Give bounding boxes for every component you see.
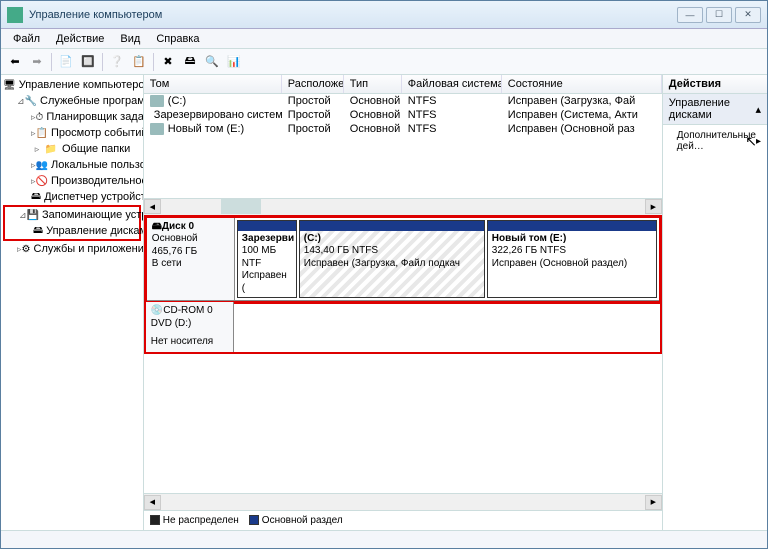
tool-d-button[interactable]: 📊 bbox=[224, 52, 244, 72]
volume-body: (C:)ПростойОсновнойNTFSИсправен (Загрузк… bbox=[144, 94, 662, 198]
actions-pane: Действия Управление дисками▴ Дополнитель… bbox=[663, 75, 767, 530]
col-type[interactable]: Тип bbox=[344, 75, 402, 93]
legend: Не распределен Основной раздел bbox=[144, 510, 662, 530]
props-button[interactable]: 📄 bbox=[56, 52, 76, 72]
help-button[interactable]: ❔ bbox=[107, 52, 127, 72]
partitions: Зарезерви100 МБ NTFИсправен ((C:)143,40 … bbox=[235, 218, 659, 301]
col-state[interactable]: Состояние bbox=[502, 75, 662, 93]
window: Управление компьютером — ☐ ✕ Файл Действ… bbox=[0, 0, 768, 549]
view-button[interactable]: 📋 bbox=[129, 52, 149, 72]
disk-map-highlight: 🖴Диск 0 Основной 465,76 ГБ В сети Зарезе… bbox=[144, 215, 662, 305]
hscrollbar2[interactable]: ◀ ▶ bbox=[144, 493, 662, 510]
table-row[interactable]: Зарезервировано системойПростойОсновнойN… bbox=[144, 108, 662, 122]
middle-pane: Том Расположение Тип Файловая система Со… bbox=[144, 75, 663, 530]
action-more[interactable]: Дополнительные дей…▸↖ bbox=[663, 125, 767, 157]
scroll-left2[interactable]: ◀ bbox=[144, 495, 161, 510]
partition[interactable]: Новый том (E:)322,26 ГБ NTFSИсправен (Ос… bbox=[487, 220, 657, 299]
action-disk-management[interactable]: Управление дисками▴ bbox=[663, 94, 767, 125]
menu-view[interactable]: Вид bbox=[112, 31, 148, 47]
legend-unallocated-swatch bbox=[150, 515, 160, 525]
tree-system-tools[interactable]: ⊿🔧Служебные программы bbox=[3, 93, 141, 109]
cdrom-row: 💿CD-ROM 0 DVD (D:) Нет носителя bbox=[146, 302, 660, 352]
actions-header: Действия bbox=[663, 75, 767, 94]
col-filesystem[interactable]: Файловая система bbox=[402, 75, 502, 93]
tree-services-apps[interactable]: ▹⚙Службы и приложения bbox=[3, 241, 141, 257]
tree-local-users[interactable]: ▹👥Локальные пользовател bbox=[3, 157, 141, 173]
legend-primary-label: Основной раздел bbox=[262, 515, 343, 526]
toolbar: ⬅ ➡ 📄 🔲 ❔ 📋 ✖ 🖴 🔍 📊 bbox=[1, 49, 767, 75]
scroll-thumb[interactable] bbox=[221, 199, 261, 214]
titlebar: Управление компьютером — ☐ ✕ bbox=[1, 1, 767, 29]
tree-disk-management[interactable]: 🖴Управление дисками bbox=[5, 223, 139, 239]
legend-primary-swatch bbox=[249, 515, 259, 525]
tree-task-scheduler[interactable]: ▹⏱Планировщик заданий bbox=[3, 109, 141, 125]
maximize-button[interactable]: ☐ bbox=[706, 7, 732, 23]
tree-root[interactable]: 🖥Управление компьютером (л bbox=[3, 77, 141, 93]
col-volume[interactable]: Том bbox=[144, 75, 282, 93]
volume-header: Том Расположение Тип Файловая система Со… bbox=[144, 75, 662, 94]
content: 🖥Управление компьютером (л ⊿🔧Служебные п… bbox=[1, 75, 767, 530]
back-button[interactable]: ⬅ bbox=[5, 52, 25, 72]
tool-c-button[interactable]: 🔍 bbox=[202, 52, 222, 72]
tree-performance[interactable]: ▹🚫Производительность bbox=[3, 173, 141, 189]
window-title: Управление компьютером bbox=[29, 9, 677, 21]
scroll-left[interactable]: ◀ bbox=[144, 199, 161, 214]
close-button[interactable]: ✕ bbox=[735, 7, 761, 23]
tree-sys-label: Служебные программы bbox=[40, 95, 144, 107]
menu-help[interactable]: Справка bbox=[148, 31, 207, 47]
cdrom-info[interactable]: 💿CD-ROM 0 DVD (D:) Нет носителя bbox=[146, 302, 234, 352]
statusbar bbox=[1, 530, 767, 548]
partition[interactable]: (C:)143,40 ГБ NTFSИсправен (Загрузка, Фа… bbox=[299, 220, 485, 299]
partition[interactable]: Зарезерви100 МБ NTFИсправен ( bbox=[237, 220, 297, 299]
volume-icon bbox=[150, 95, 164, 107]
table-row[interactable]: Новый том (E:)ПростойОсновнойNTFSИсправе… bbox=[144, 122, 662, 136]
refresh-button[interactable]: 🔲 bbox=[78, 52, 98, 72]
tool-b-button[interactable]: 🖴 bbox=[180, 52, 200, 72]
scroll-right[interactable]: ▶ bbox=[645, 199, 662, 214]
table-row[interactable]: (C:)ПростойОсновнойNTFSИсправен (Загрузк… bbox=[144, 94, 662, 108]
cursor-icon: ↖ bbox=[745, 133, 757, 150]
menu-action[interactable]: Действие bbox=[48, 31, 112, 47]
col-layout[interactable]: Расположение bbox=[282, 75, 344, 93]
tool-a-button[interactable]: ✖ bbox=[158, 52, 178, 72]
disk0-info[interactable]: 🖴Диск 0 Основной 465,76 ГБ В сети bbox=[147, 218, 235, 301]
cdrom-highlight: 💿CD-ROM 0 DVD (D:) Нет носителя bbox=[144, 302, 662, 354]
hscrollbar[interactable]: ◀ ▶ bbox=[144, 198, 662, 215]
menubar: Файл Действие Вид Справка bbox=[1, 29, 767, 49]
cdrom-empty bbox=[234, 302, 660, 352]
tree-device-manager[interactable]: 🖴Диспетчер устройств bbox=[3, 189, 141, 205]
disk-row: 🖴Диск 0 Основной 465,76 ГБ В сети Зарезе… bbox=[147, 218, 659, 302]
tree-pane: 🖥Управление компьютером (л ⊿🔧Служебные п… bbox=[1, 75, 144, 530]
disk-icon: 🖴 bbox=[152, 221, 162, 232]
tree-highlight: ⊿💾Запоминающие устройст 🖴Управление диск… bbox=[3, 205, 141, 241]
menu-file[interactable]: Файл bbox=[5, 31, 48, 47]
tree-shared-folders[interactable]: ▹📁Общие папки bbox=[3, 141, 141, 157]
collapse-icon: ▴ bbox=[755, 103, 761, 116]
minimize-button[interactable]: — bbox=[677, 7, 703, 23]
app-icon bbox=[7, 7, 23, 23]
tree-storage[interactable]: ⊿💾Запоминающие устройст bbox=[5, 207, 139, 223]
forward-button[interactable]: ➡ bbox=[27, 52, 47, 72]
tree-root-label: Управление компьютером (л bbox=[19, 79, 144, 91]
tree-event-viewer[interactable]: ▹📋Просмотр событий bbox=[3, 125, 141, 141]
scroll-right2[interactable]: ▶ bbox=[645, 495, 662, 510]
volume-icon bbox=[150, 123, 164, 135]
legend-unallocated-label: Не распределен bbox=[163, 515, 239, 526]
volume-list: Том Расположение Тип Файловая система Со… bbox=[144, 75, 662, 215]
cdrom-icon: 💿 bbox=[151, 305, 163, 316]
